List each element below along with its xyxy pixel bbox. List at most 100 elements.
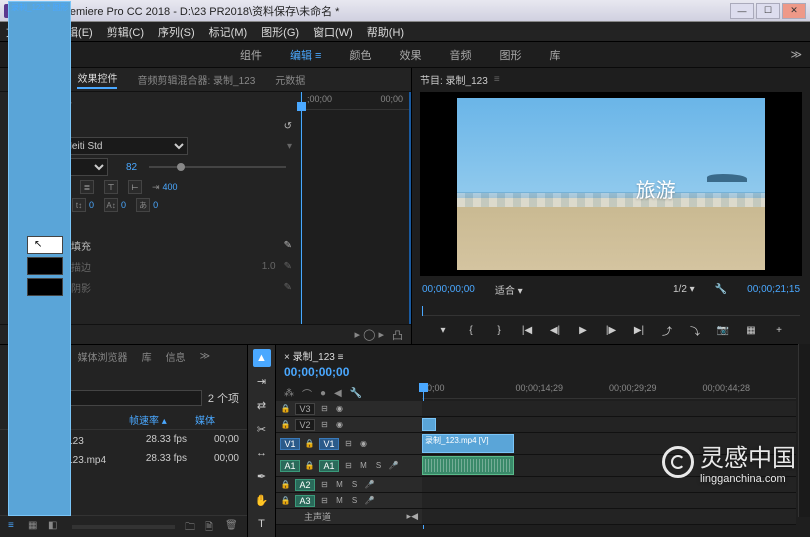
tab-info[interactable]: 信息 — [166, 349, 186, 364]
close-button[interactable]: ✕ — [782, 3, 806, 19]
delete-button[interactable]: 🗑 — [225, 520, 239, 534]
track-v1-body[interactable]: 录制_123.mp4 [V] — [422, 433, 796, 454]
stroke-color-swatch[interactable] — [27, 257, 63, 275]
col-framerate[interactable]: 帧速率 ▴ — [129, 412, 187, 427]
go-to-out-button[interactable]: ▶| — [630, 321, 648, 339]
clip-v1[interactable]: 录制_123.mp4 [V] — [422, 434, 514, 453]
align-top-button[interactable]: ⊤ — [104, 180, 118, 194]
track-v3-body[interactable] — [422, 401, 796, 416]
tab-libraries[interactable]: 库 — [142, 349, 152, 364]
indent-value[interactable]: 400 — [163, 182, 178, 192]
wrench-icon[interactable]: 🔧 — [715, 284, 727, 295]
mark-in-button[interactable]: { — [462, 321, 480, 339]
mic-icon[interactable]: 🎤 — [388, 461, 399, 470]
minimize-button[interactable]: — — [730, 3, 754, 19]
export-frame-button[interactable]: 📷 — [714, 321, 732, 339]
comparison-button[interactable]: ▦ — [742, 321, 760, 339]
new-item-button[interactable]: 🗎 — [205, 520, 219, 534]
track-select-tool[interactable]: ⇥ — [253, 373, 271, 391]
program-tab[interactable]: 节目: 录制_123 — [420, 72, 488, 87]
ws-tab-assembly[interactable]: 组件 — [240, 47, 262, 63]
timeline-timecode[interactable]: 00;00;00;00 — [276, 365, 810, 383]
shadow-eyedropper-icon[interactable]: ✎ — [284, 282, 292, 293]
font-size-slider[interactable] — [149, 166, 286, 168]
transport-plus-button[interactable]: + — [770, 321, 788, 339]
ws-tab-editing[interactable]: 编辑 ≡ — [290, 47, 321, 63]
track-a2-body[interactable] — [422, 477, 796, 492]
baseline-value[interactable]: 0 — [89, 200, 94, 210]
timeline-vscroll[interactable] — [798, 344, 810, 517]
track-a1-body[interactable] — [422, 455, 796, 476]
menu-marker[interactable]: 标记(M) — [209, 24, 248, 40]
fx-zoom-slider[interactable]: ▸ ◯ ▸ — [355, 328, 384, 341]
marker-button[interactable]: ● — [320, 388, 326, 399]
track-v2-label[interactable]: V2 — [295, 419, 315, 431]
razor-tool[interactable]: ✂ — [253, 420, 271, 438]
menu-graphics[interactable]: 图形(G) — [261, 24, 299, 40]
type-tool[interactable]: T — [253, 515, 271, 533]
maximize-button[interactable]: ☐ — [756, 3, 780, 19]
fill-color-swatch[interactable]: ↖ — [27, 236, 63, 254]
stroke-eyedropper-icon[interactable]: ✎ — [284, 261, 292, 272]
track-v1-label[interactable]: V1 — [319, 438, 339, 450]
go-to-in-button[interactable]: |◀ — [518, 321, 536, 339]
timeline-settings-button[interactable]: ◀ — [334, 388, 342, 399]
menu-help[interactable]: 帮助(H) — [367, 24, 404, 40]
mark-out-button[interactable]: } — [490, 321, 508, 339]
thumbnail-slider[interactable] — [72, 525, 175, 529]
track-a3-body[interactable] — [422, 493, 796, 508]
ws-tab-effects[interactable]: 效果 — [399, 47, 421, 63]
menu-clip[interactable]: 剪辑(C) — [107, 24, 144, 40]
program-scrubber[interactable] — [422, 300, 800, 316]
menu-sequence[interactable]: 序列(S) — [158, 24, 195, 40]
step-forward-button[interactable]: |▶ — [602, 321, 620, 339]
source-a1[interactable]: A1 — [280, 460, 300, 472]
timeline-sequence-tab[interactable]: × 录制_123 ≡ — [284, 348, 344, 363]
font-dropdown-icon[interactable]: ▾ — [287, 141, 292, 152]
extract-button[interactable]: ⤵ — [686, 321, 704, 339]
add-marker-button[interactable]: ▾ — [434, 321, 452, 339]
hand-tool[interactable]: ✋ — [253, 492, 271, 510]
col-media[interactable]: 媒体 — [195, 412, 239, 427]
lift-button[interactable]: ⤴ — [658, 321, 676, 339]
program-timecode[interactable]: 00;00;00;00 — [422, 284, 475, 295]
tsume-value[interactable]: 0 — [153, 200, 158, 210]
freeform-view-button[interactable]: ◧ — [48, 520, 62, 534]
ws-tab-libraries[interactable]: 库 — [549, 47, 560, 63]
ripple-edit-tool[interactable]: ⇄ — [253, 397, 271, 415]
leading-value[interactable]: 0 — [121, 200, 126, 210]
fx-panel-menu[interactable]: 凸 — [392, 327, 403, 343]
ws-tab-audio[interactable]: 音频 — [449, 47, 471, 63]
lock-icon[interactable]: 🔒 — [280, 404, 291, 413]
font-size-value[interactable]: 82 — [126, 162, 137, 173]
timeline-ruler[interactable]: 00;00 00;00;14;29 00;00;29;29 00;00;44;2… — [422, 383, 796, 399]
project-tabs-overflow[interactable]: ≫ — [200, 351, 210, 362]
track-v2-body[interactable] — [422, 417, 796, 432]
eye-icon[interactable]: ◉ — [334, 404, 345, 413]
linked-selection-button[interactable]: ⌒ — [302, 386, 312, 401]
clip-a1[interactable] — [422, 456, 514, 475]
stroke-width-value[interactable]: 1.0 — [262, 261, 276, 272]
new-bin-button[interactable]: 🗀 — [185, 520, 199, 534]
menu-window[interactable]: 窗口(W) — [313, 24, 353, 40]
snap-button[interactable]: ⁂ — [284, 388, 294, 399]
track-a2-label[interactable]: A2 — [295, 479, 315, 491]
program-monitor[interactable]: 旅游 — [420, 92, 802, 276]
step-back-button[interactable]: ◀| — [546, 321, 564, 339]
list-view-button[interactable]: ≡ — [8, 520, 22, 534]
slip-tool[interactable]: ↔ — [253, 444, 271, 462]
shadow-color-swatch[interactable] — [27, 278, 63, 296]
play-button[interactable]: ▶ — [574, 321, 592, 339]
tab-effect-controls[interactable]: 效果控件 — [77, 70, 117, 89]
pen-tool[interactable]: ✒ — [253, 468, 271, 486]
tab-audio-mixer[interactable]: 音频剪辑混合器: 录制_123 — [137, 72, 255, 87]
align-middle-button[interactable]: ⊢ — [128, 180, 142, 194]
track-a1-label[interactable]: A1 — [319, 460, 339, 472]
fill-eyedropper-icon[interactable]: ✎ — [284, 240, 292, 251]
icon-view-button[interactable]: ▦ — [28, 520, 42, 534]
align-justify-button[interactable]: ≣ — [80, 180, 94, 194]
program-fit-dropdown[interactable]: 适合 ▾ — [495, 282, 523, 297]
ws-tab-color[interactable]: 颜色 — [349, 47, 371, 63]
clip-v2[interactable] — [422, 418, 436, 431]
source-v1[interactable]: V1 — [280, 438, 300, 450]
